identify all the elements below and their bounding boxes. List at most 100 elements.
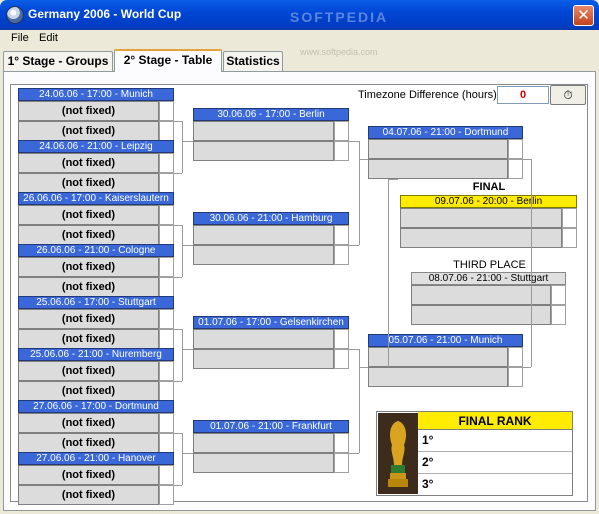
r16-match-4-header: 26.06.06 - 21:00 - Cologne <box>18 244 174 257</box>
sf-match-1-team-1 <box>368 139 508 159</box>
r16-match-6-team-2: (not fixed) <box>18 381 159 401</box>
menu-file[interactable]: File <box>11 32 29 44</box>
tab-groups[interactable]: 1° Stage - Groups <box>3 51 113 71</box>
sf-match-2-score-1[interactable] <box>508 347 523 367</box>
connector-line <box>359 159 368 160</box>
connector-line <box>182 121 183 173</box>
r16-match-6-header: 25.06.06 - 21:00 - Nuremberg <box>18 348 174 361</box>
tab-table[interactable]: 2° Stage - Table <box>114 49 222 72</box>
r16-match-5-score-1[interactable] <box>159 309 174 329</box>
sf-match-2-team-2 <box>368 367 508 387</box>
qf-match-3-team-1 <box>193 329 334 349</box>
r16-match-1-header: 24.06.06 - 17:00 - Munich <box>18 88 174 101</box>
sf-match-2-header: 05.07.06 - 21:00 - Munich <box>368 334 523 347</box>
r16-match-2-score-1[interactable] <box>159 153 174 173</box>
timezone-label: Timezone Difference (hours): <box>358 89 500 101</box>
qf-match-2-team-2 <box>193 245 334 265</box>
sf-match-1-score-1[interactable] <box>508 139 523 159</box>
connector-line <box>174 225 182 226</box>
connector-line <box>359 141 360 245</box>
qf-match-3-header: 01.07.06 - 17:00 - Gelsenkirchen <box>193 316 349 329</box>
r16-match-8-score-2[interactable] <box>159 485 174 505</box>
sf-match-2-score-2[interactable] <box>508 367 523 387</box>
third-place-match-team-2 <box>411 305 551 325</box>
qf-match-3-team-2 <box>193 349 334 369</box>
final-rank-title: FINAL RANK <box>418 412 572 430</box>
connector-line <box>359 367 368 368</box>
final-label: FINAL <box>472 181 506 193</box>
connector-line <box>388 179 398 180</box>
final-match-score-1[interactable] <box>562 208 577 228</box>
r16-match-8-header: 27.06.06 - 21:00 - Hanover <box>18 452 174 465</box>
qf-match-4-score-1[interactable] <box>334 433 349 453</box>
r16-match-8-team-1: (not fixed) <box>18 465 159 485</box>
r16-match-7-score-2[interactable] <box>159 433 174 453</box>
r16-match-3-score-1[interactable] <box>159 205 174 225</box>
close-button[interactable]: ✕ <box>573 5 594 26</box>
r16-match-6-team-1: (not fixed) <box>18 361 159 381</box>
r16-match-5-score-2[interactable] <box>159 329 174 349</box>
tab-statistics[interactable]: Statistics <box>223 51 283 71</box>
final-match-team-2 <box>400 228 562 248</box>
qf-match-4-team-1 <box>193 433 334 453</box>
connector-line <box>359 349 360 453</box>
r16-match-6-score-2[interactable] <box>159 381 174 401</box>
timezone-button[interactable]: ⏱ <box>550 85 586 105</box>
connector-line <box>174 173 182 174</box>
final-match-header: 09.07.06 - 20:00 - Berlin <box>400 195 577 208</box>
qf-match-1-team-1 <box>193 121 334 141</box>
r16-match-8-team-2: (not fixed) <box>18 485 159 505</box>
qf-match-2-score-2[interactable] <box>334 245 349 265</box>
trophy-icon <box>378 413 418 494</box>
clock-icon: ⏱ <box>563 88 573 102</box>
qf-match-4-score-2[interactable] <box>334 453 349 473</box>
r16-match-2-team-1: (not fixed) <box>18 153 159 173</box>
r16-match-1-score-1[interactable] <box>159 101 174 121</box>
connector-line <box>174 485 182 486</box>
r16-match-7-score-1[interactable] <box>159 413 174 433</box>
r16-match-2-header: 24.06.06 - 21:00 - Leipzig <box>18 140 174 153</box>
connector-line <box>182 245 193 246</box>
r16-match-4-score-1[interactable] <box>159 257 174 277</box>
r16-match-6-score-1[interactable] <box>159 361 174 381</box>
third-place-match-score-2[interactable] <box>551 305 566 325</box>
qf-match-4-header: 01.07.06 - 21:00 - Frankfurt <box>193 420 349 433</box>
final-match-team-1 <box>400 208 562 228</box>
third-place-match-score-1[interactable] <box>551 285 566 305</box>
connector-line <box>174 381 182 382</box>
connector-line <box>523 367 531 368</box>
r16-match-4-team-1: (not fixed) <box>18 257 159 277</box>
qf-match-2-team-1 <box>193 225 334 245</box>
qf-match-3-score-1[interactable] <box>334 329 349 349</box>
connector-line <box>349 245 359 246</box>
connector-line <box>182 329 183 381</box>
sf-match-1-header: 04.07.06 - 21:00 - Dortmund <box>368 126 523 139</box>
connector-line <box>349 453 359 454</box>
qf-match-2-score-1[interactable] <box>334 225 349 245</box>
r16-match-5-header: 25.06.06 - 17:00 - Stuttgart <box>18 296 174 309</box>
r16-match-2-score-2[interactable] <box>159 173 174 193</box>
connector-line <box>182 349 193 350</box>
r16-match-8-score-1[interactable] <box>159 465 174 485</box>
connector-line <box>349 349 359 350</box>
qf-match-3-score-2[interactable] <box>334 349 349 369</box>
r16-match-4-score-2[interactable] <box>159 277 174 297</box>
r16-match-1-score-2[interactable] <box>159 121 174 141</box>
rank-first: 1° <box>418 430 572 452</box>
soccer-ball-icon <box>6 6 24 24</box>
connector-line <box>174 277 182 278</box>
connector-line <box>174 121 182 122</box>
sf-match-1-score-2[interactable] <box>508 159 523 179</box>
sf-match-1-team-2 <box>368 159 508 179</box>
rank-third: 3° <box>422 477 434 491</box>
qf-match-1-score-2[interactable] <box>334 141 349 161</box>
qf-match-1-header: 30.06.06 - 17:00 - Berlin <box>193 108 349 121</box>
final-match-score-2[interactable] <box>562 228 577 248</box>
r16-match-3-score-2[interactable] <box>159 225 174 245</box>
r16-match-1-team-2: (not fixed) <box>18 121 159 141</box>
menu-edit[interactable]: Edit <box>39 32 58 44</box>
qf-match-1-score-1[interactable] <box>334 121 349 141</box>
timezone-input[interactable]: 0 <box>497 86 549 104</box>
connector-line <box>182 433 183 485</box>
third-place-label: THIRD PLACE <box>453 259 526 271</box>
